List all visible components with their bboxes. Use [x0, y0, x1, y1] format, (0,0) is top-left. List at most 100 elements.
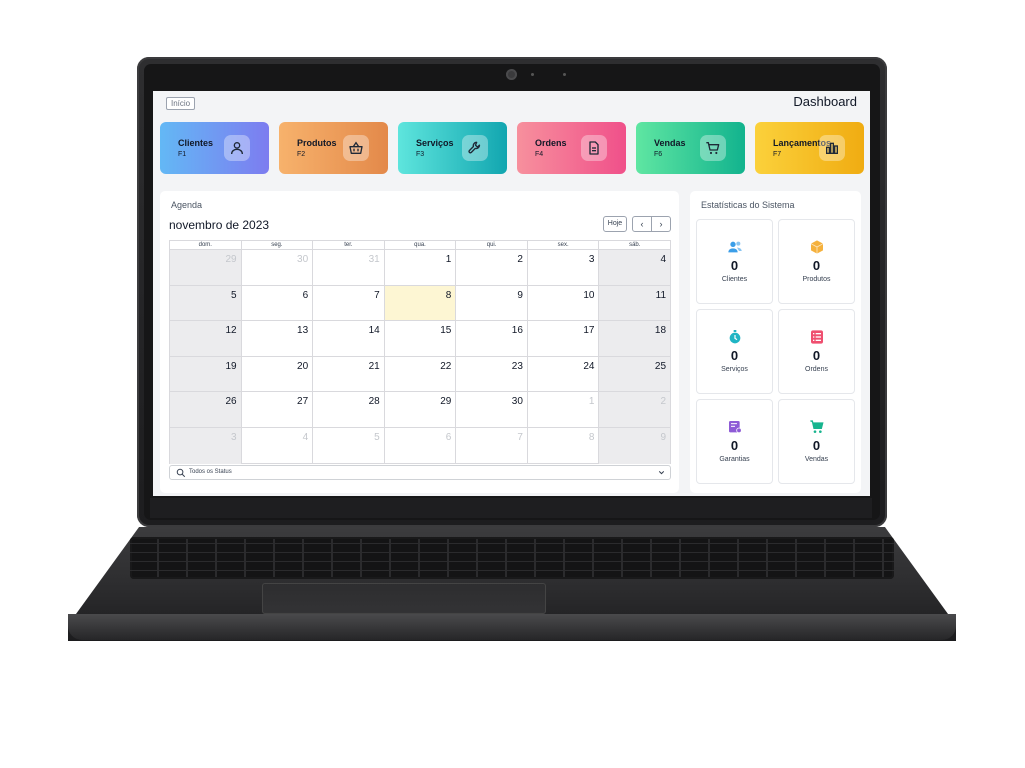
calendar-day[interactable]: 8 — [526, 427, 599, 464]
day-number: 28 — [368, 396, 380, 408]
calendar-day[interactable]: 22 — [383, 356, 456, 392]
day-number: 14 — [368, 325, 380, 337]
calendar-day[interactable]: 9 — [598, 427, 671, 464]
calendar-day[interactable]: 29 — [170, 250, 241, 285]
weekday-label: sex. — [526, 241, 599, 249]
day-number: 17 — [583, 325, 595, 337]
calendar-day[interactable]: 31 — [312, 250, 384, 285]
certificate-icon — [729, 421, 742, 434]
status-select-value: Todos os Status — [189, 469, 232, 475]
stat-card-ordens: 0 Ordens — [778, 309, 855, 394]
calendar-day[interactable]: 27 — [240, 392, 313, 427]
calendar-day[interactable]: 7 — [312, 285, 384, 321]
calendar-week: 3 4 5 6 7 8 9 — [170, 427, 671, 464]
stat-label: Serviços — [721, 366, 748, 373]
stats-title: Estatísticas do Sistema — [701, 200, 795, 210]
calendar-day[interactable]: 4 — [240, 427, 313, 464]
calendar-day[interactable]: 9 — [455, 285, 527, 321]
tile-produtos[interactable]: Produtos F2 — [279, 122, 388, 174]
day-number: 30 — [511, 396, 523, 408]
calendar-day[interactable]: 2 — [598, 392, 671, 427]
calendar-day[interactable]: 20 — [240, 356, 313, 392]
calendar-day[interactable]: 7 — [455, 427, 527, 464]
calendar-day[interactable]: 4 — [598, 250, 671, 285]
calendar-month: novembro de 2023 — [169, 218, 270, 232]
day-number: 1 — [588, 396, 595, 408]
calendar-day[interactable]: 10 — [526, 285, 599, 321]
bar-chart-icon — [819, 135, 845, 161]
calendar-day[interactable]: 29 — [383, 392, 456, 427]
day-number: 22 — [440, 360, 452, 372]
tile-label: Ordens — [535, 138, 567, 148]
stat-label: Clientes — [721, 276, 748, 283]
tile-ordens[interactable]: Ordens F4 — [517, 122, 626, 174]
tile-vendas[interactable]: Vendas F6 — [636, 122, 745, 174]
calendar-day[interactable]: 30 — [455, 392, 527, 427]
stat-label: Produtos — [802, 276, 831, 283]
calendar-day[interactable]: 2 — [455, 250, 527, 285]
document-icon — [581, 135, 607, 161]
calendar-day[interactable]: 5 — [312, 427, 384, 464]
tile-clientes[interactable]: Clientes F1 — [160, 122, 269, 174]
shortcut-tiles: Clientes F1 Produtos F2 Serviços F3 Ordens F4 Ve… — [160, 122, 864, 174]
day-number: 25 — [654, 360, 667, 372]
calendar-day[interactable]: 30 — [240, 250, 313, 285]
day-number: 5 — [231, 289, 237, 301]
calendar-day[interactable]: 5 — [170, 285, 241, 321]
day-number: 4 — [660, 254, 667, 265]
laptop-base-edge — [68, 614, 956, 640]
weekday-label: ter. — [312, 241, 384, 249]
day-number: 3 — [231, 431, 237, 443]
inicio-button[interactable]: Início — [166, 97, 196, 110]
calendar-day[interactable]: 1 — [526, 392, 599, 427]
chevron-left-icon[interactable]: ‹ — [633, 217, 651, 231]
calendar-day[interactable]: 23 — [455, 356, 527, 392]
calendar-day[interactable]: 11 — [598, 285, 671, 321]
status-select[interactable]: Todos os Status — [169, 465, 671, 480]
calendar-day[interactable]: 24 — [526, 356, 599, 392]
day-number: 7 — [517, 431, 523, 443]
calendar-week: 19 20 21 22 23 24 25 — [170, 356, 671, 393]
weekday-label: qui. — [455, 241, 527, 249]
calendar-day[interactable]: 26 — [170, 392, 241, 427]
calendar-day[interactable]: 18 — [598, 321, 671, 356]
tile-shortcut: F1 — [178, 151, 187, 158]
tile-label: Serviços — [416, 138, 454, 148]
list-icon — [811, 330, 823, 344]
cart-icon — [700, 135, 726, 161]
tile-servicos[interactable]: Serviços F3 — [398, 122, 507, 174]
calendar-day[interactable]: 13 — [240, 321, 313, 356]
tile-label: Produtos — [297, 138, 337, 148]
tile-lancamentos[interactable]: Lançamentos F7 — [755, 122, 864, 174]
weekday-header: dom. seg. ter. qua. qui. sex. sáb. — [170, 241, 670, 250]
day-number: 9 — [517, 289, 523, 301]
calendar-day[interactable]: 3 — [170, 427, 241, 464]
calendar-day[interactable]: 15 — [383, 321, 456, 356]
calendar-day[interactable]: 28 — [312, 392, 384, 427]
chevron-right-icon[interactable]: › — [651, 217, 670, 231]
calendar-week: 12 13 14 15 16 17 18 — [170, 321, 671, 357]
weekday-label: qua. — [383, 241, 456, 249]
calendar-day[interactable]: 17 — [526, 321, 599, 356]
calendar-day[interactable]: 16 — [455, 321, 527, 356]
basket-icon — [343, 135, 369, 161]
calendar-day[interactable]: 6 — [383, 427, 456, 464]
calendar-grid: dom. seg. ter. qua. qui. sex. sáb. 29 30 31 1 2 3 4 5… — [169, 240, 671, 464]
calendar-day[interactable]: 12 — [170, 321, 241, 356]
stat-value: 0 — [812, 438, 821, 453]
day-number: 16 — [511, 325, 523, 337]
today-button[interactable]: Hoje — [603, 216, 627, 232]
calendar-day[interactable]: 14 — [312, 321, 384, 356]
calendar-day-today[interactable]: 8 — [383, 285, 456, 321]
calendar-day[interactable]: 1 — [383, 250, 456, 285]
calendar-day[interactable]: 3 — [526, 250, 599, 285]
calendar-day[interactable]: 6 — [240, 285, 313, 321]
calendar-day[interactable]: 19 — [170, 356, 241, 392]
users-icon — [728, 241, 742, 253]
day-number: 29 — [225, 254, 237, 265]
calendar-day[interactable]: 25 — [598, 356, 671, 392]
calendar-day[interactable]: 21 — [312, 356, 384, 392]
tile-shortcut: F6 — [654, 151, 663, 158]
stat-card-clientes: 0 Clientes — [696, 219, 773, 304]
stat-value: 0 — [730, 438, 739, 453]
